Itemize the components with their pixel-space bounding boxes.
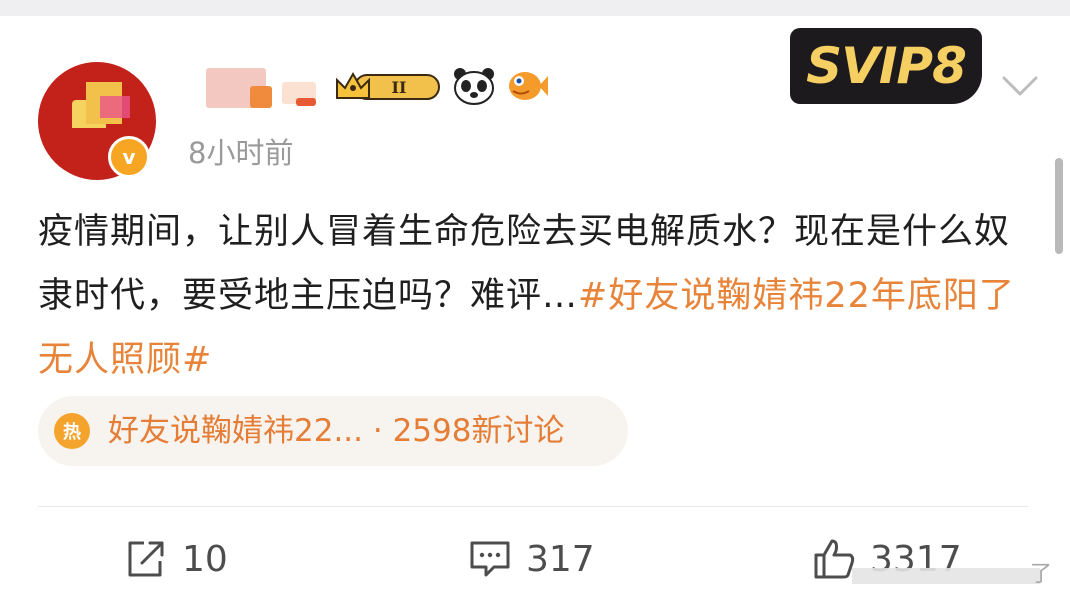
topic-separator: · bbox=[363, 413, 393, 449]
username-obscured bbox=[250, 86, 272, 108]
scrollbar[interactable] bbox=[1055, 158, 1063, 254]
verified-badge: v bbox=[108, 136, 150, 178]
comment-count: 317 bbox=[526, 538, 595, 580]
post-body: 疫情期间，让别人冒着生命危险去买电解质水？现在是什么奴隶时代，要受地主压迫吗？难… bbox=[38, 200, 1028, 392]
topic-card[interactable]: 热 好友说鞠婧祎22... · 2598新讨论 bbox=[38, 396, 628, 466]
divider bbox=[38, 506, 1028, 507]
fish-icon bbox=[509, 72, 548, 100]
watermark-text: 了 bbox=[1030, 562, 1053, 587]
topic-text: 好友说鞠婧祎22... · 2598新讨论 bbox=[108, 396, 564, 466]
share-count: 10 bbox=[182, 538, 228, 580]
watermark-overlay bbox=[852, 568, 1040, 584]
username-obscured bbox=[296, 98, 316, 106]
share-button[interactable]: 10 bbox=[124, 534, 228, 584]
topic-label: 好友说鞠婧祎22... bbox=[108, 413, 364, 449]
chevron-down-icon[interactable] bbox=[1000, 72, 1040, 100]
level-label: II bbox=[392, 78, 407, 97]
avatar-pixel-block bbox=[100, 96, 130, 118]
comment-icon bbox=[470, 541, 510, 577]
share-icon bbox=[128, 541, 164, 577]
comment-button[interactable]: 317 bbox=[468, 534, 595, 584]
like-icon bbox=[814, 539, 855, 579]
post-timestamp: 8小时前 bbox=[188, 136, 294, 170]
fire-icon: 热 bbox=[54, 413, 90, 449]
top-band bbox=[0, 0, 1070, 16]
panda-icon bbox=[454, 68, 494, 105]
topic-count: 2598新讨论 bbox=[392, 413, 565, 449]
crown-level-icon: II bbox=[336, 71, 440, 100]
svip-badge: SVIP8 bbox=[790, 28, 982, 104]
